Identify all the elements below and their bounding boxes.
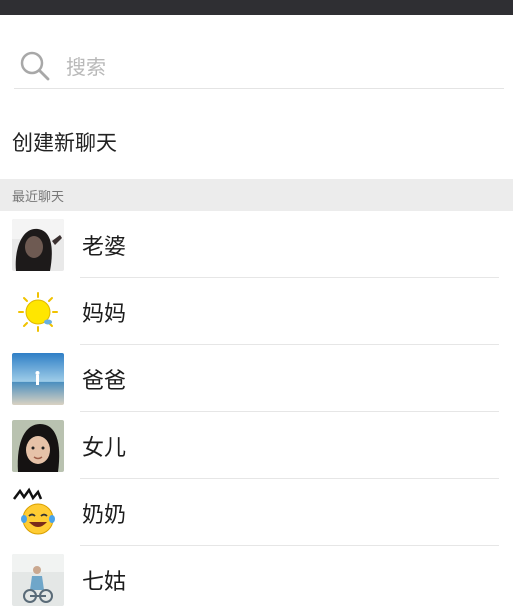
- chat-item-aunt[interactable]: 七姑: [0, 546, 513, 613]
- search-bar: 搜索: [0, 15, 513, 95]
- contact-avatar: [12, 218, 64, 271]
- contact-name: 妈妈: [82, 301, 127, 327]
- contact-name: 爸爸: [82, 368, 127, 394]
- contact-avatar: [12, 285, 64, 338]
- chat-item-mom[interactable]: 妈妈: [0, 278, 513, 345]
- contact-name: 老婆: [82, 234, 127, 260]
- recent-chats-header: 最近聊天: [0, 179, 513, 211]
- create-new-chat-button[interactable]: 创建新聊天: [0, 106, 513, 178]
- status-bar: [0, 0, 513, 15]
- contact-avatar: [12, 419, 64, 472]
- contact-avatar: [12, 352, 64, 405]
- chat-item-dad[interactable]: 爸爸: [0, 345, 513, 412]
- contact-name: 七姑: [82, 569, 127, 595]
- search-icon: [18, 49, 52, 83]
- contact-avatar: [12, 553, 64, 606]
- search-placeholder: 搜索: [66, 55, 106, 79]
- chat-item-daughter[interactable]: 女儿: [0, 412, 513, 479]
- recent-chats-list: 老婆 妈妈 爸爸 女儿 奶奶 七姑: [0, 211, 513, 613]
- contact-avatar: [12, 486, 64, 539]
- contact-name: 奶奶: [82, 502, 127, 528]
- contact-name: 女儿: [82, 435, 127, 461]
- search-input[interactable]: 搜索: [14, 43, 504, 89]
- chat-item-grandma[interactable]: 奶奶: [0, 479, 513, 546]
- chat-item-wife[interactable]: 老婆: [0, 211, 513, 278]
